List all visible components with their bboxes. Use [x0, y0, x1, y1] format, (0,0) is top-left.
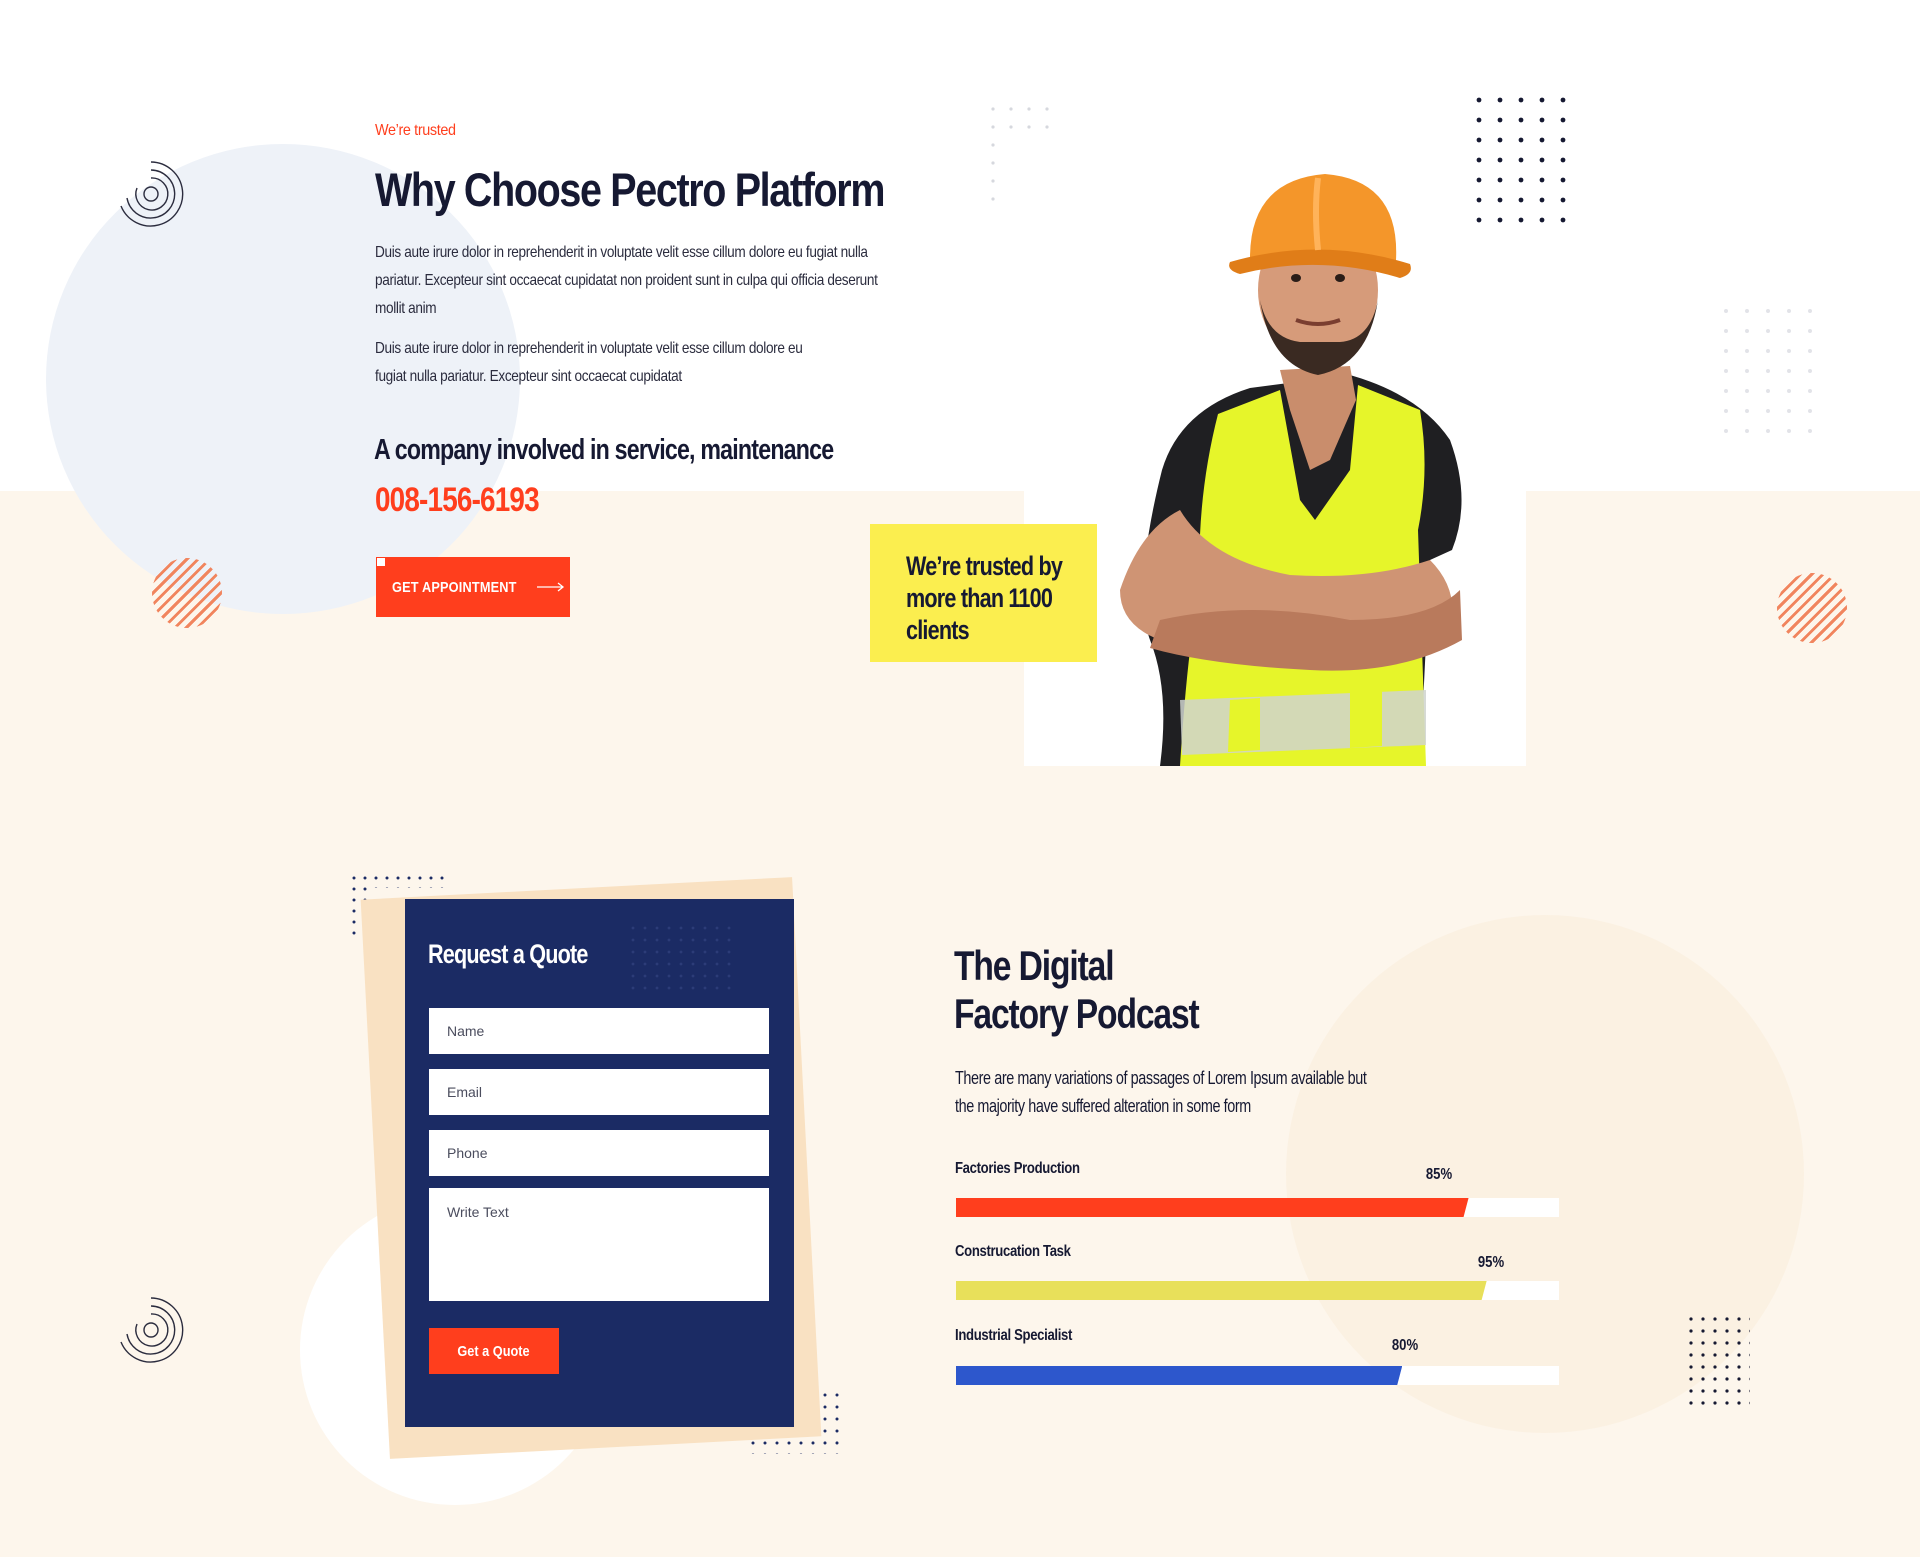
- construction-worker-image: [1120, 174, 1462, 766]
- trusted-clients-badge: We’re trusted by more than 1100 clients: [870, 524, 1097, 662]
- progress-fill: [956, 1198, 1469, 1217]
- swirl-icon: [120, 161, 184, 227]
- about-paragraph-2: Duis aute irure dolor in reprehenderit i…: [375, 340, 803, 385]
- name-input[interactable]: [429, 1008, 769, 1054]
- swirl-icon: [120, 1297, 184, 1363]
- get-appointment-label: GET APPOINTMENT: [391, 578, 517, 596]
- section-title: Why Choose Pectro Platform: [375, 163, 885, 216]
- phone-number-link[interactable]: 008-156-6193: [375, 481, 540, 520]
- phone-input[interactable]: [429, 1130, 769, 1176]
- section-eyebrow: We’re trusted: [375, 122, 456, 139]
- trusted-clients-text: We’re trusted by more than 1100 clients: [906, 551, 1063, 645]
- progress-track: [956, 1198, 1559, 1217]
- progress-label: Factories Production: [955, 1160, 1080, 1177]
- get-appointment-button[interactable]: GET APPOINTMENT: [376, 557, 570, 617]
- podcast-description: There are many variations of passages of…: [955, 1068, 1367, 1116]
- button-corner-decor: [376, 557, 386, 567]
- message-textarea[interactable]: [429, 1188, 769, 1301]
- email-input[interactable]: [429, 1069, 769, 1115]
- podcast-title-line-2: Factory Podcast: [954, 990, 1200, 1037]
- progress-fill: [956, 1366, 1402, 1385]
- progress-fill: [956, 1281, 1487, 1300]
- quote-form-title: Request a Quote: [428, 939, 588, 969]
- progress-label: Industrial Specialist: [955, 1327, 1073, 1344]
- dot-grid-decor: [990, 106, 1062, 210]
- progress-track: [956, 1366, 1559, 1385]
- hatched-circle-decor: [152, 558, 222, 628]
- progress-percent: 85%: [1425, 1166, 1453, 1183]
- dot-grid-decor: [1722, 307, 1814, 447]
- about-subheading: A company involved in service, maintenan…: [374, 434, 834, 466]
- hatched-circle-decor: [1777, 573, 1847, 643]
- progress-label: Construcation Task: [955, 1243, 1071, 1260]
- progress-percent: 95%: [1477, 1254, 1505, 1271]
- arrow-right-icon: [537, 582, 565, 592]
- progress-percent: 80%: [1391, 1337, 1419, 1354]
- progress-track: [956, 1281, 1559, 1300]
- about-paragraph-1: Duis aute irure dolor in reprehenderit i…: [375, 244, 878, 317]
- get-quote-label: Get a Quote: [457, 1342, 531, 1360]
- podcast-title: The Digital Factory Podcast: [954, 942, 1200, 1038]
- podcast-title-line-1: The Digital: [954, 942, 1115, 989]
- dot-grid-decor: [630, 925, 738, 997]
- dot-grid-decor: [1688, 1316, 1750, 1406]
- get-quote-button[interactable]: Get a Quote: [429, 1328, 559, 1374]
